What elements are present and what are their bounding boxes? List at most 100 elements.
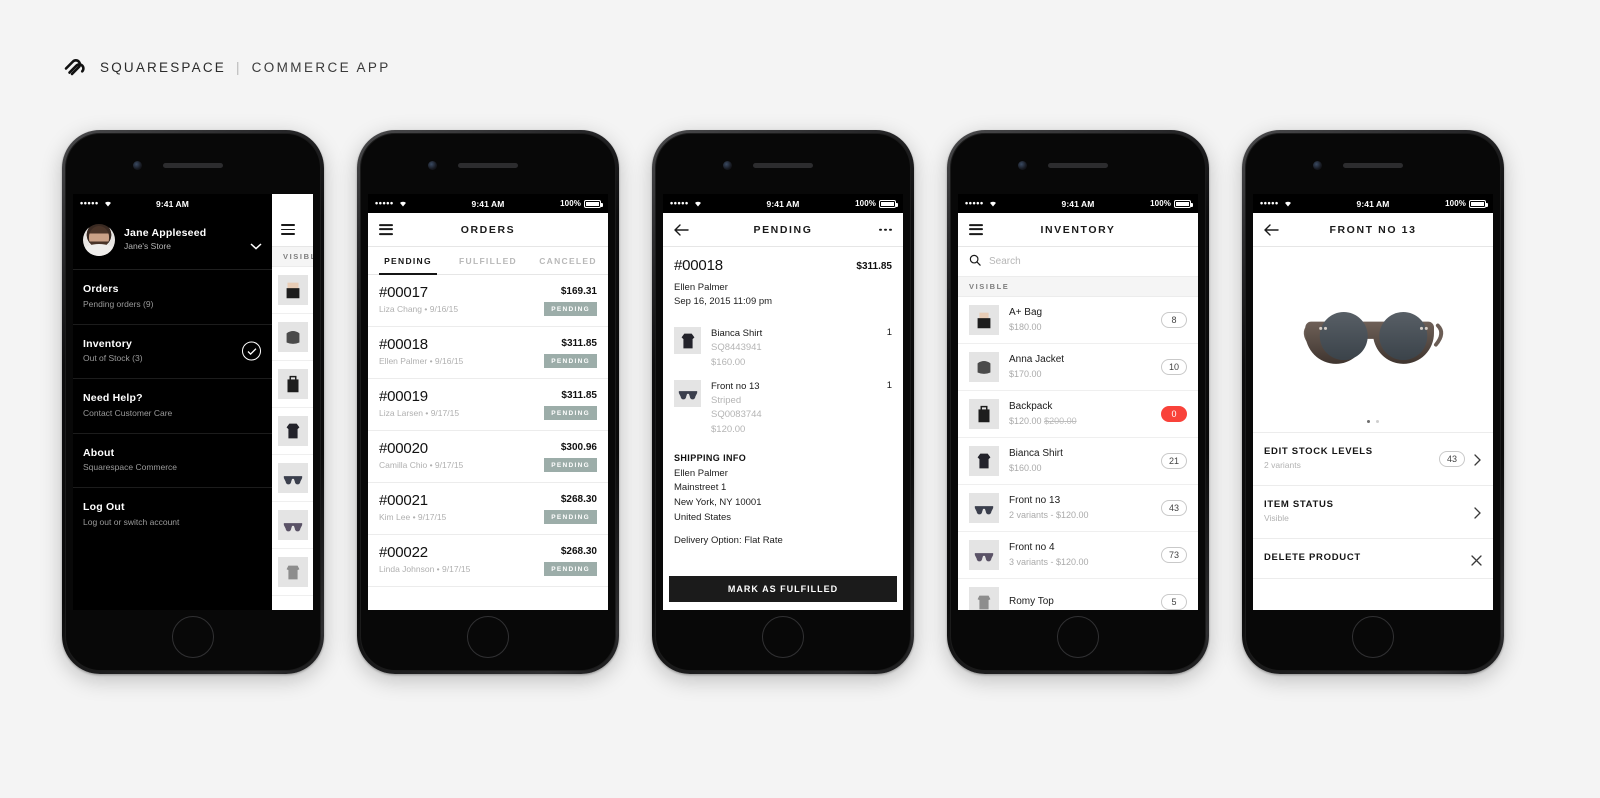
battery-full-icon — [879, 199, 898, 208]
item-name: Bianca Shirt — [1009, 448, 1063, 460]
row-texts: EDIT STOCK LEVELS 2 variants — [1264, 445, 1433, 472]
jacket-icon — [278, 322, 308, 352]
table-row[interactable]: Anna Jacket $170.00 10 — [958, 344, 1198, 391]
list-item[interactable] — [272, 455, 313, 502]
hamburger-menu-icon[interactable] — [281, 222, 295, 238]
table-row[interactable]: #00022 Linda Johnson • 9/17/15 $268.30 P… — [368, 535, 608, 587]
table-row[interactable]: #00018 Ellen Palmer • 9/16/15 $311.85 PE… — [368, 327, 608, 379]
item-texts: A+ Bag $180.00 — [1009, 306, 1151, 334]
sidebar-item-subtitle: Out of Stock (3) — [83, 353, 143, 364]
item-name: Front no 4 — [1009, 542, 1055, 554]
order-meta: Kim Lee • 9/17/15 — [379, 512, 544, 522]
list-item[interactable] — [272, 314, 313, 361]
item-status-row[interactable]: ITEM STATUS Visible — [1253, 486, 1493, 539]
row-title: ITEM STATUS — [1264, 499, 1334, 510]
account-names: Jane Appleseed Jane's Store — [124, 227, 241, 253]
peek-section-header: VISIBLE — [272, 247, 313, 267]
edit-stock-levels-row[interactable]: EDIT STOCK LEVELS 2 variants 43 — [1253, 433, 1493, 486]
battery-percent: 100% — [1150, 199, 1171, 208]
item-name: A+ Bag — [1009, 307, 1043, 319]
search-placeholder: Search — [989, 256, 1021, 267]
list-item[interactable] — [272, 549, 313, 596]
inventory-peek-panel[interactable]: VISIBLE — [272, 194, 313, 610]
sidebar-item-label: About — [83, 446, 115, 459]
list-item[interactable]: Front no 13 Striped SQ0083744 $120.00 1 — [674, 376, 892, 443]
order-summary-left: #00018 Ellen Palmer Sep 16, 2015 11:09 p… — [674, 257, 856, 309]
page-dot[interactable] — [1366, 419, 1370, 423]
hamburger-menu-icon[interactable] — [379, 222, 393, 238]
nav-left[interactable] — [379, 222, 393, 238]
top-icon — [278, 557, 308, 587]
item-price: $160.00 — [1009, 462, 1042, 473]
close-icon[interactable] — [1471, 553, 1482, 566]
sidebar-item-orders[interactable]: Orders Pending orders (9) — [73, 270, 272, 325]
signal-dots-icon: ••••• — [1260, 198, 1279, 208]
more-options-icon[interactable] — [879, 228, 892, 231]
delete-product-row[interactable]: DELETE PRODUCT — [1253, 539, 1493, 580]
item-quantity: 1 — [886, 379, 892, 391]
list-item[interactable] — [272, 361, 313, 408]
sidebar-item-about[interactable]: About Squarespace Commerce — [73, 434, 272, 488]
table-row[interactable]: Front no 13 2 variants - $120.00 43 — [958, 485, 1198, 532]
order-price: $268.30 — [560, 546, 597, 557]
item-name: Bianca Shirt — [711, 328, 763, 339]
order-meta: Linda Johnson • 9/17/15 — [379, 564, 544, 574]
chevron-right-icon[interactable] — [1474, 453, 1482, 466]
chevron-down-icon[interactable] — [250, 237, 262, 250]
table-row[interactable]: Backpack $120.00 $200.00 0 — [958, 391, 1198, 438]
nav-left[interactable] — [969, 222, 983, 238]
order-id: #00017 — [379, 284, 428, 301]
table-row[interactable]: #00020 Camilla Chio • 9/17/15 $300.96 PE… — [368, 431, 608, 483]
table-row[interactable]: A+ Bag $180.00 8 — [958, 297, 1198, 344]
product-image-carousel[interactable] — [1253, 247, 1493, 433]
battery-full-icon — [584, 199, 603, 208]
account-switcher[interactable]: Jane Appleseed Jane's Store — [73, 213, 272, 270]
list-item[interactable] — [272, 267, 313, 314]
home-button[interactable] — [1352, 616, 1394, 658]
mark-as-fulfilled-button[interactable]: MARK AS FULFILLED — [669, 576, 897, 602]
item-variant: Striped — [711, 395, 742, 406]
order-id: #00022 — [379, 544, 428, 561]
page-dot[interactable] — [1376, 419, 1380, 423]
row-title: EDIT STOCK LEVELS — [1264, 446, 1373, 457]
sidebar-item-inventory[interactable]: Inventory Out of Stock (3) — [73, 325, 272, 379]
order-main: #00018 Ellen Palmer • 9/16/15 — [379, 336, 544, 366]
chevron-right-icon[interactable] — [1474, 506, 1482, 519]
table-row[interactable]: Romy Top 5 — [958, 579, 1198, 610]
item-texts: Front no 4 3 variants - $120.00 — [1009, 541, 1151, 569]
carousel-page-dots[interactable] — [1253, 419, 1493, 423]
table-row[interactable]: Front no 4 3 variants - $120.00 73 — [958, 532, 1198, 579]
shipping-line: United States — [674, 511, 732, 523]
table-row[interactable]: Bianca Shirt $160.00 21 — [958, 438, 1198, 485]
stock-count-badge-out-of-stock: 0 — [1161, 406, 1187, 422]
table-row[interactable]: #00017 Liza Chang • 9/16/15 $169.31 PEND… — [368, 275, 608, 327]
home-button[interactable] — [172, 616, 214, 658]
phone-4-frame: ••••• 9:41 AM 100% INVENTORY Search VISI… — [947, 130, 1209, 674]
table-row[interactable]: #00019 Liza Larsen • 9/17/15 $311.85 PEN… — [368, 379, 608, 431]
sidebar-item-need-help[interactable]: Need Help? Contact Customer Care — [73, 379, 272, 434]
sidebar-item-label: Need Help? — [83, 392, 143, 404]
order-meta: Liza Larsen • 9/17/15 — [379, 408, 544, 418]
order-id: #00018 — [379, 336, 428, 353]
brand-name: SQUARESPACE | COMMERCE APP — [100, 60, 391, 75]
earpiece-speaker — [458, 163, 518, 168]
list-item[interactable] — [272, 502, 313, 549]
home-button[interactable] — [762, 616, 804, 658]
back-arrow-icon[interactable] — [674, 223, 689, 236]
tab-canceled[interactable]: CANCELED — [528, 247, 608, 274]
list-item[interactable] — [272, 408, 313, 455]
table-row[interactable]: #00021 Kim Lee • 9/17/15 $268.30 PENDING — [368, 483, 608, 535]
home-button[interactable] — [467, 616, 509, 658]
order-id: #00020 — [379, 440, 428, 457]
search-input[interactable]: Search — [958, 247, 1198, 277]
item-variants-price: 2 variants - $120.00 — [1009, 509, 1089, 520]
hamburger-menu-icon[interactable] — [969, 222, 983, 238]
tab-fulfilled[interactable]: FULFILLED — [448, 247, 528, 274]
home-button[interactable] — [1057, 616, 1099, 658]
list-item[interactable]: Bianca Shirt SQ8443941 $160.00 1 — [674, 323, 892, 376]
back-arrow-icon[interactable] — [1264, 223, 1279, 236]
order-items-list: Bianca Shirt SQ8443941 $160.00 1 Front n… — [663, 313, 903, 443]
item-texts: Backpack $120.00 $200.00 — [1009, 400, 1151, 428]
tab-pending[interactable]: PENDING — [368, 247, 448, 275]
sidebar-item-log-out[interactable]: Log Out Log out or switch account — [73, 488, 272, 542]
